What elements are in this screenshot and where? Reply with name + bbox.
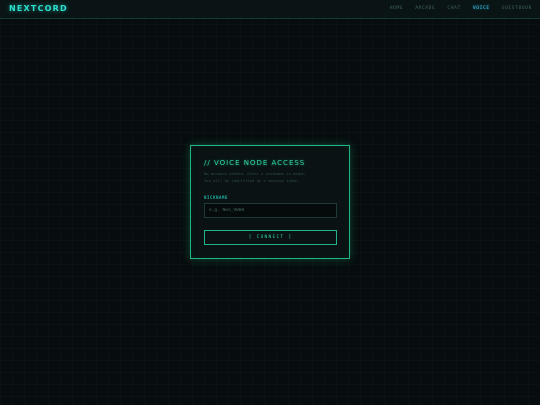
description-line: You will be identified by a session toke… [204, 177, 301, 183]
nav-item-guestbook[interactable]: GUESTBOOK [502, 6, 532, 11]
panel-title: // VOICE NODE ACCESS [204, 159, 306, 167]
main-nav: HOME ARCADE CHAT VOICE GUESTBOOK [378, 6, 532, 11]
nav-item-chat[interactable]: CHAT [447, 6, 460, 11]
nav-item-arcade[interactable]: ARCADE [415, 6, 435, 11]
top-navbar: NEXTCORD HOME ARCADE CHAT VOICE GUESTBOO… [0, 0, 540, 19]
panel-description: No account needed. Enter a nickname to b… [204, 171, 339, 184]
voice-access-panel: // VOICE NODE ACCESS No account needed. … [190, 145, 350, 259]
nav-item-home[interactable]: HOME [390, 6, 403, 11]
nav-item-voice[interactable]: VOICE [473, 6, 490, 11]
connect-button[interactable]: [ CONNECT ] [204, 230, 337, 245]
nickname-input[interactable] [204, 203, 337, 218]
nickname-label: NICKNAME [204, 195, 229, 200]
app-logo[interactable]: NEXTCORD [9, 4, 68, 13]
